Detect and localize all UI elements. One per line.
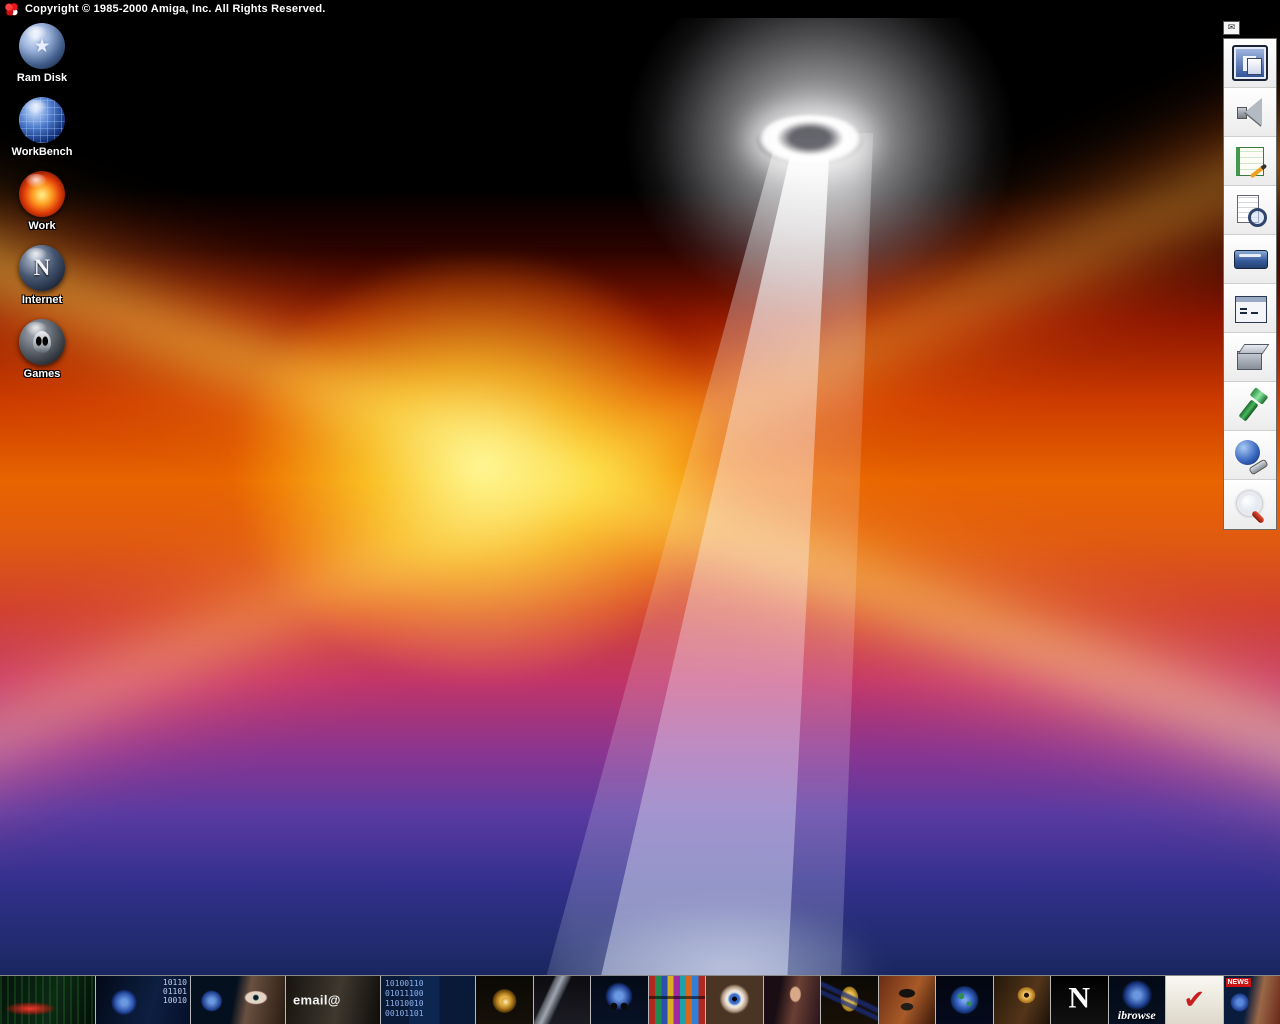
globe-tools-icon xyxy=(1232,437,1268,473)
dock-button-magnifier[interactable] xyxy=(1224,480,1276,529)
ramdisk-glyph: ★ xyxy=(33,35,50,57)
dock-item-text: NEWS xyxy=(1226,978,1251,987)
dock-item-vintage-telephone[interactable] xyxy=(878,976,936,1024)
dock-button-shell[interactable] xyxy=(1224,284,1276,333)
desktop-icon-games[interactable]: Games xyxy=(19,319,65,380)
ramdisk-sphere-icon: ★ xyxy=(19,23,65,69)
dock-item-text: ✔ xyxy=(1183,985,1205,1015)
games-sphere-icon xyxy=(19,319,65,365)
bottom-dock: 10110 01101 10010 email@ 10100110 01011100… xyxy=(0,975,1280,1024)
scanner-icon xyxy=(1232,241,1268,277)
internet-sphere-icon: N xyxy=(19,245,65,291)
light-beam-outer xyxy=(540,133,880,1024)
workbench-sphere-icon xyxy=(19,97,65,143)
dock-button-notepad[interactable] xyxy=(1224,137,1276,186)
wallpaper-hotspot xyxy=(160,188,800,748)
magnifier-icon xyxy=(1232,487,1268,523)
dock-item-netscape[interactable]: N xyxy=(1050,976,1108,1024)
desktop-icon-label: WorkBench xyxy=(12,146,73,158)
screen-titlebar: Copyright © 1985-2000 Amiga, Inc. All Ri… xyxy=(0,0,1280,18)
wallpaper-light-ray xyxy=(0,18,1280,995)
shell-window-icon xyxy=(1232,290,1268,326)
dock-item-text: email@ xyxy=(293,993,341,1008)
dock-button-box[interactable] xyxy=(1224,333,1276,382)
alien-face-icon xyxy=(33,331,51,353)
desktop-icon-label: Work xyxy=(28,220,55,232)
workbench-screen: Copyright © 1985-2000 Amiga, Inc. All Ri… xyxy=(0,0,1280,1024)
dock-item-binary-code[interactable]: 10100110 01011100 11010010 00101101 xyxy=(380,976,475,1024)
dock-item-text: 10110 01101 10010 xyxy=(163,978,187,1005)
dock-item-flashlight[interactable] xyxy=(533,976,591,1024)
right-dock: ✉ xyxy=(1223,21,1277,530)
desktop: ★ Ram Disk WorkBench Work N Internet Games ✉ 1… xyxy=(0,18,1280,1024)
dock-item-earth-binary[interactable]: 10110 01101 10010 xyxy=(95,976,190,1024)
notepad-icon xyxy=(1232,143,1268,179)
dock-button-scanner[interactable] xyxy=(1224,235,1276,284)
storage-box-icon xyxy=(1232,339,1268,375)
desktop-icon-label: Games xyxy=(24,368,61,380)
envelope-icon[interactable]: ✉ xyxy=(1223,21,1240,35)
dock-item-nautilus-shell[interactable] xyxy=(475,976,533,1024)
desktop-icon-internet[interactable]: N Internet xyxy=(19,245,65,306)
dock-button-globetools[interactable] xyxy=(1224,431,1276,480)
speaker-icon xyxy=(1232,94,1268,130)
dock-item-eye-peephole[interactable] xyxy=(705,976,763,1024)
wallpaper-gradient xyxy=(0,18,1280,1024)
work-sphere-icon xyxy=(19,171,65,217)
amiga-logo-icon xyxy=(5,3,18,16)
dock-item-text: ibrowse xyxy=(1118,1008,1156,1023)
dock-item-agent-woman[interactable] xyxy=(763,976,821,1024)
document-magnifier-icon xyxy=(1232,192,1268,228)
desktop-icon-work[interactable]: Work xyxy=(19,171,65,232)
dock-item-gramophone[interactable] xyxy=(993,976,1051,1024)
dock-item-text: 10100110 01011100 11010010 00101101 xyxy=(385,979,424,1019)
desktop-icons: ★ Ram Disk WorkBench Work N Internet Games xyxy=(5,23,79,380)
flashlight-icon xyxy=(1232,388,1268,424)
dock-button-speaker[interactable] xyxy=(1224,88,1276,137)
dock-item-pharaoh-mask[interactable] xyxy=(820,976,878,1024)
dock-button-magdoc[interactable] xyxy=(1224,186,1276,235)
dock-item-media-shelf[interactable] xyxy=(648,976,706,1024)
screen-title: Copyright © 1985-2000 Amiga, Inc. All Ri… xyxy=(25,3,326,15)
dock-button-flashlight[interactable] xyxy=(1224,382,1276,431)
dock-item-earth-eye[interactable] xyxy=(190,976,285,1024)
desktop-icon-ramdisk[interactable]: ★ Ram Disk xyxy=(17,23,67,84)
desktop-icon-label: Ram Disk xyxy=(17,72,67,84)
light-beam xyxy=(560,130,860,1024)
dock-item-ibrowse[interactable]: ibrowse xyxy=(1108,976,1166,1024)
dock-item-circuit-laser[interactable] xyxy=(0,976,95,1024)
workbench-screen-icon xyxy=(1232,45,1268,81)
dock-item-earth-globe[interactable] xyxy=(935,976,993,1024)
desktop-icon-workbench[interactable]: WorkBench xyxy=(12,97,73,158)
dock-item-email[interactable]: email@ xyxy=(285,976,380,1024)
ufo-ring xyxy=(757,115,863,165)
dock-button-monitor[interactable] xyxy=(1224,39,1276,88)
desktop-icon-label: Internet xyxy=(22,294,62,306)
right-dock-body xyxy=(1223,38,1277,530)
internet-glyph: N xyxy=(34,255,51,281)
wallpaper-light-ray xyxy=(0,18,1280,941)
dock-item-red-check[interactable]: ✔ xyxy=(1165,976,1223,1024)
dock-item-newscaster[interactable]: NEWS xyxy=(1223,976,1280,1024)
dock-item-earth-binoculars[interactable] xyxy=(590,976,648,1024)
dock-item-text: N xyxy=(1068,982,1090,1016)
ufo-glow xyxy=(560,18,1080,378)
